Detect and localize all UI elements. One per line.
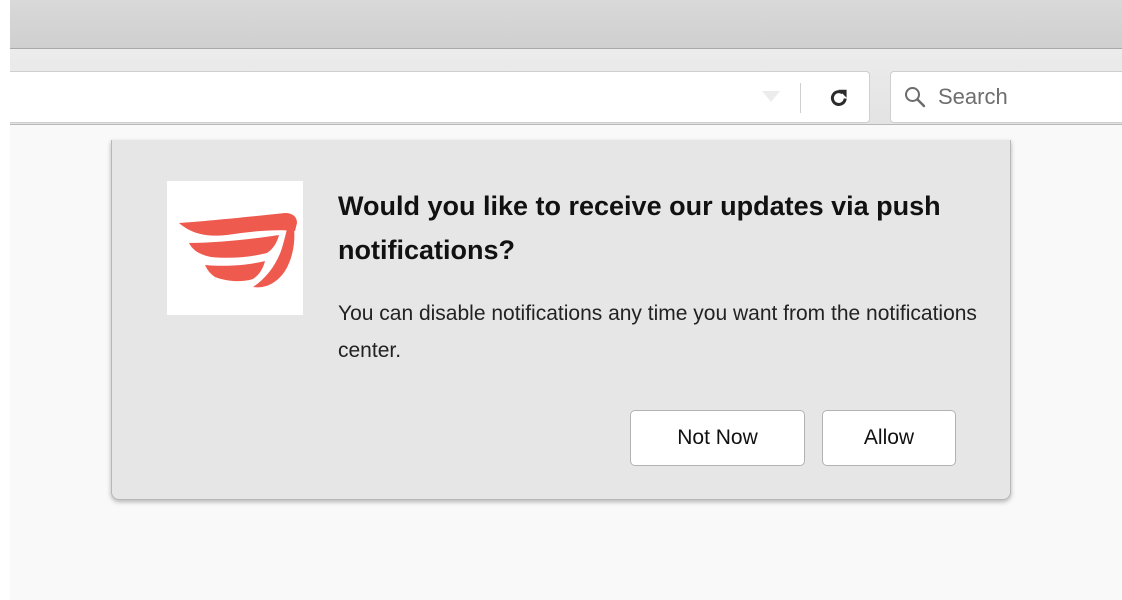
address-bar[interactable] (10, 71, 870, 123)
allow-button[interactable]: Allow (822, 410, 956, 466)
reload-icon (830, 89, 847, 106)
not-now-button[interactable]: Not Now (630, 410, 805, 466)
search-input[interactable] (938, 84, 1118, 110)
notification-message: You can disable notifications any time y… (338, 302, 977, 362)
reload-button[interactable] (810, 72, 868, 124)
window-edge (0, 0, 10, 600)
dropdown-arrow-icon[interactable] (762, 91, 780, 102)
address-bar-divider (800, 83, 801, 113)
search-box[interactable] (890, 71, 1122, 123)
notification-title: Would you like to receive our updates vi… (338, 191, 941, 265)
site-logo (167, 181, 303, 315)
search-icon (902, 84, 928, 110)
browser-tab-bar (10, 0, 1122, 49)
browser-toolbar (10, 49, 1122, 125)
wing-logo-icon (179, 213, 297, 288)
push-notification-prompt: Would you like to receive our updates vi… (111, 140, 1011, 500)
